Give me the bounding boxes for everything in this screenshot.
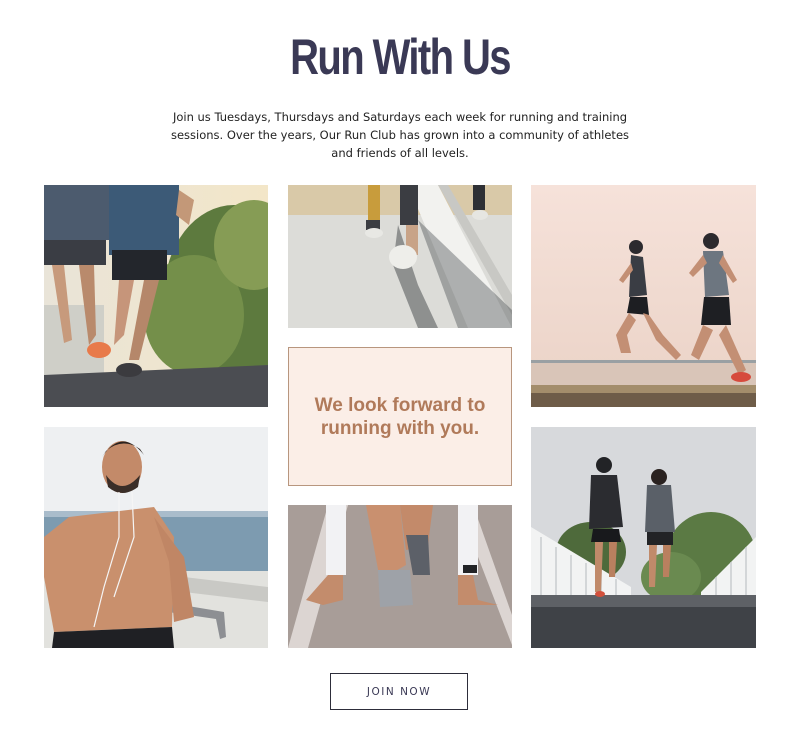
quote-card: We look forward to running with you. <box>288 347 512 486</box>
photo-runner-resting-seaside <box>44 427 268 648</box>
photo-couple-running-bridge <box>531 427 756 648</box>
photo-running-feet <box>288 185 512 328</box>
intro-paragraph: Join us Tuesdays, Thursdays and Saturday… <box>170 110 630 160</box>
join-now-button[interactable]: JOIN NOW <box>330 673 468 710</box>
photo-couple-running-bridge-image <box>531 427 756 648</box>
run-club-section: Run With Us Join us Tuesdays, Thursdays … <box>0 0 800 750</box>
photo-couple-running-sunset <box>531 185 756 407</box>
photo-sprint-start-position <box>288 505 512 648</box>
photo-running-feet-image <box>288 185 512 328</box>
photo-runner-resting-seaside-image <box>44 427 268 648</box>
photo-couple-running-sunset-image <box>531 185 756 407</box>
quote-text: We look forward to running with you. <box>314 394 486 439</box>
photo-sprint-start-position-image <box>288 505 512 648</box>
photo-runners-legs <box>44 185 268 407</box>
photo-runners-legs-image <box>44 185 268 407</box>
page-title: Run With Us <box>290 29 511 85</box>
